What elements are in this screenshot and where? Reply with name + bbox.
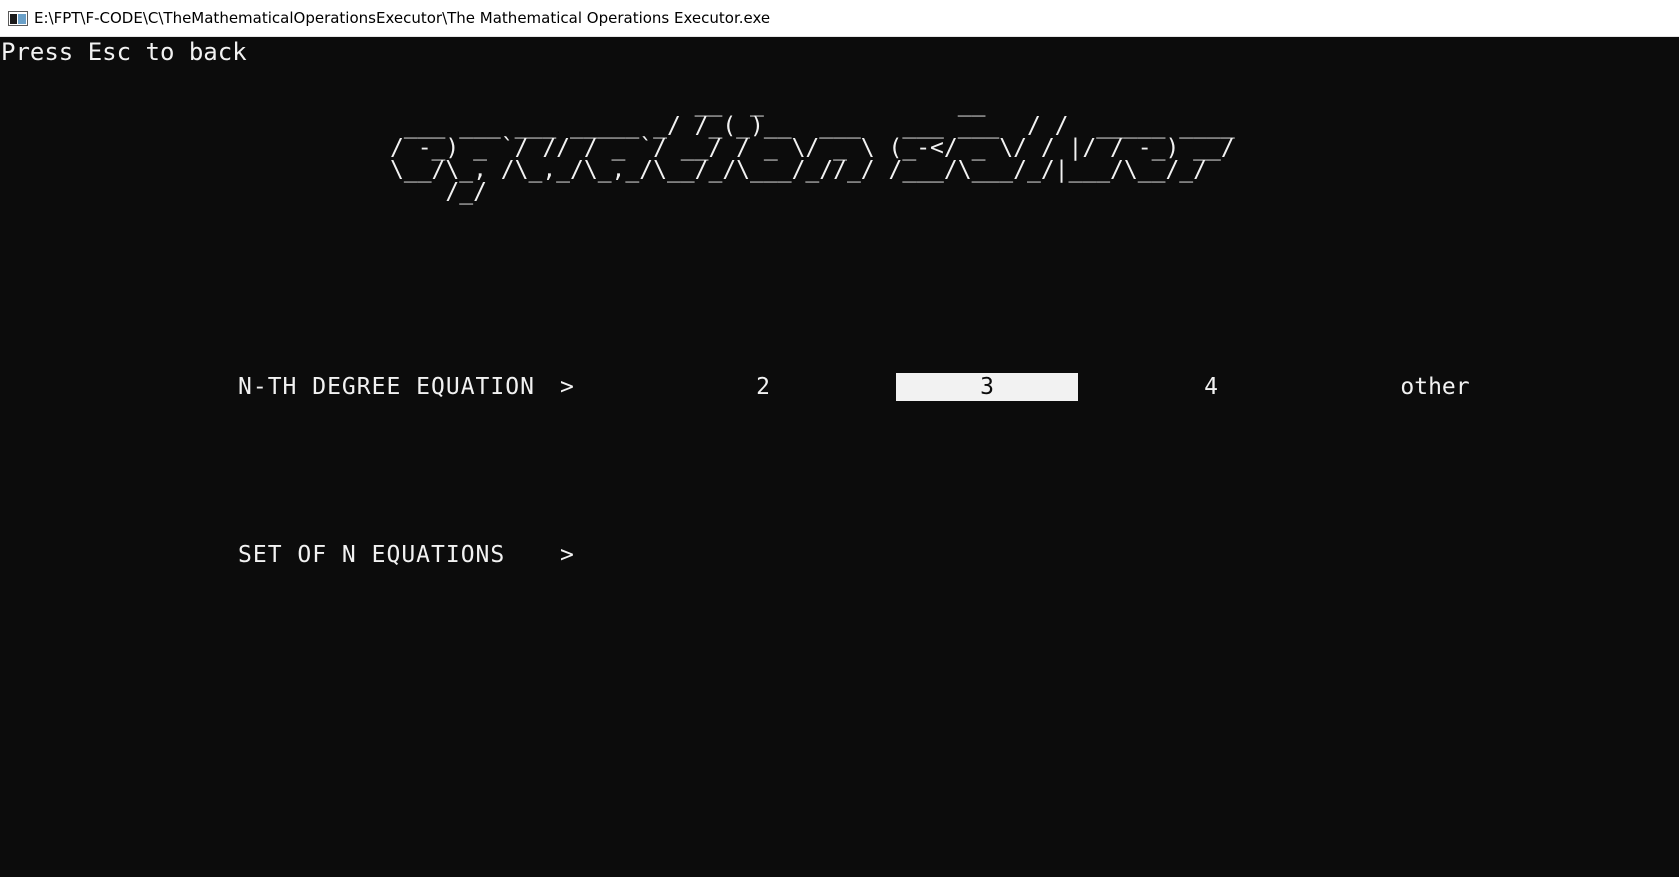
- menu-row-set-of-equations[interactable]: SET OF N EQUATIONS >: [0, 540, 1679, 570]
- menu-arrow-icon: >: [560, 374, 574, 400]
- window-title: E:\FPT\F-CODE\C\TheMathematicalOperation…: [34, 9, 771, 27]
- menu-row-label: N-TH DEGREE EQUATION: [238, 374, 535, 400]
- option-degree-4[interactable]: 4: [1120, 373, 1302, 401]
- esc-hint-text: Press Esc to back: [1, 38, 247, 66]
- window-titlebar[interactable]: E:\FPT\F-CODE\C\TheMathematicalOperation…: [0, 0, 1679, 37]
- console-app-icon: [8, 10, 28, 26]
- menu-row-nth-degree[interactable]: N-TH DEGREE EQUATION > 2 3 4 other: [0, 372, 1679, 402]
- option-degree-2[interactable]: 2: [672, 373, 854, 401]
- menu-arrow-icon: >: [560, 542, 574, 568]
- option-degree-other[interactable]: other: [1344, 373, 1526, 401]
- option-degree-3-selected[interactable]: 3: [896, 373, 1078, 401]
- console-area[interactable]: Press Esc to back __ _ __ ___ ___ ___ __…: [0, 37, 1679, 877]
- equation-solver-ascii-banner: __ _ __ ___ ___ ___ _____ _/ /_(_)__ ___…: [390, 91, 1235, 205]
- menu-row-label: SET OF N EQUATIONS: [238, 542, 506, 568]
